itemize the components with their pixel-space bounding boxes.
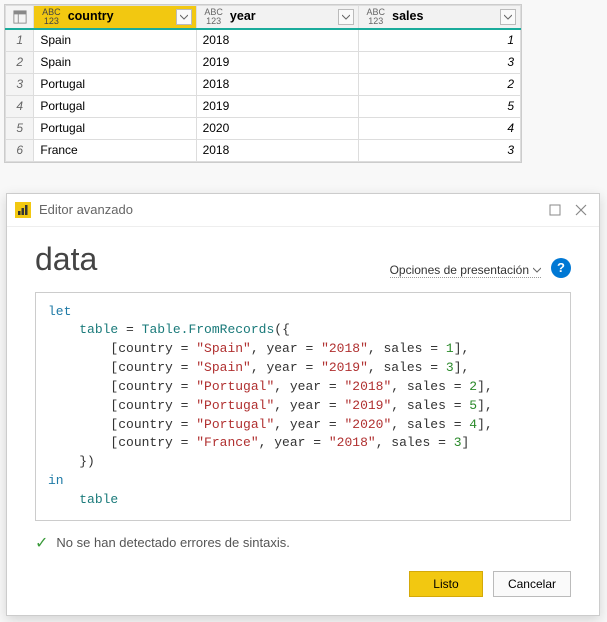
close-button[interactable] (571, 200, 591, 220)
cell-sales[interactable]: 3 (358, 139, 520, 161)
row-number: 4 (6, 95, 34, 117)
cell-country[interactable]: Spain (34, 51, 196, 73)
cell-year[interactable]: 2018 (196, 73, 358, 95)
column-filter-dropdown[interactable] (338, 9, 354, 25)
query-name: data (35, 241, 390, 278)
column-filter-dropdown[interactable] (500, 9, 516, 25)
table-row[interactable]: 4Portugal20195 (6, 95, 521, 117)
cell-year[interactable]: 2020 (196, 117, 358, 139)
column-header-year[interactable]: ABC123 year (196, 6, 358, 30)
cell-year[interactable]: 2019 (196, 95, 358, 117)
dialog-titlebar: Editor avanzado (7, 194, 599, 227)
cell-sales[interactable]: 4 (358, 117, 520, 139)
cell-sales[interactable]: 3 (358, 51, 520, 73)
syntax-status: ✓ No se han detectado errores de sintaxi… (35, 533, 571, 553)
cell-country[interactable]: Spain (34, 29, 196, 51)
code-editor[interactable]: let table = Table.FromRecords({ [country… (35, 292, 571, 521)
table-row[interactable]: 3Portugal20182 (6, 73, 521, 95)
row-number: 5 (6, 117, 34, 139)
datatype-any-icon: ABC123 (203, 8, 225, 26)
cancel-button[interactable]: Cancelar (493, 571, 571, 597)
table-row[interactable]: 5Portugal20204 (6, 117, 521, 139)
cell-year[interactable]: 2018 (196, 29, 358, 51)
column-filter-dropdown[interactable] (176, 9, 192, 25)
row-number: 3 (6, 73, 34, 95)
data-preview-table: ABC123 country ABC123 year ABC123 sales … (4, 4, 522, 163)
cell-year[interactable]: 2019 (196, 51, 358, 73)
table-corner[interactable] (6, 6, 34, 30)
datatype-any-icon: ABC123 (40, 8, 62, 26)
cell-country[interactable]: France (34, 139, 196, 161)
column-header-country[interactable]: ABC123 country (34, 6, 196, 30)
table-row[interactable]: 1Spain20181 (6, 29, 521, 51)
cell-year[interactable]: 2018 (196, 139, 358, 161)
cell-sales[interactable]: 5 (358, 95, 520, 117)
row-number: 6 (6, 139, 34, 161)
row-number: 2 (6, 51, 34, 73)
datatype-any-icon: ABC123 (365, 8, 387, 26)
row-number: 1 (6, 29, 34, 51)
maximize-button[interactable] (545, 200, 565, 220)
help-button[interactable]: ? (551, 258, 571, 278)
cell-sales[interactable]: 1 (358, 29, 520, 51)
table-row[interactable]: 2Spain20193 (6, 51, 521, 73)
cell-country[interactable]: Portugal (34, 73, 196, 95)
powerbi-icon (15, 202, 31, 218)
presentation-options-dropdown[interactable]: Opciones de presentación (390, 263, 541, 278)
column-header-sales[interactable]: ABC123 sales (358, 6, 520, 30)
ok-button[interactable]: Listo (409, 571, 483, 597)
check-icon: ✓ (35, 533, 48, 553)
advanced-editor-dialog: Editor avanzado data Opciones de present… (6, 193, 600, 616)
dialog-title: Editor avanzado (39, 202, 539, 217)
table-row[interactable]: 6France20183 (6, 139, 521, 161)
cell-country[interactable]: Portugal (34, 95, 196, 117)
cell-country[interactable]: Portugal (34, 117, 196, 139)
cell-sales[interactable]: 2 (358, 73, 520, 95)
